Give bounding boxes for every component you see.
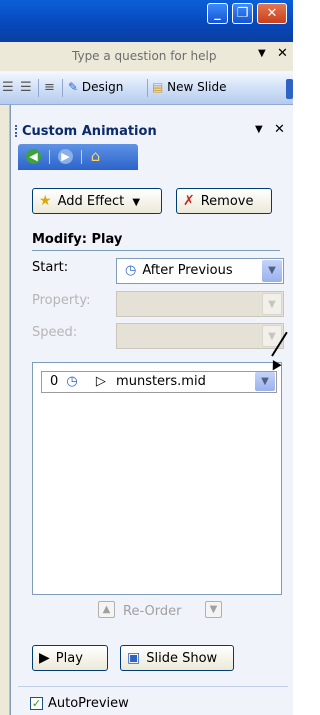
chevron-down-icon: ▼ [262, 293, 282, 315]
back-icon[interactable]: ◀ [26, 149, 41, 164]
toolbar-divider [38, 79, 39, 97]
pane-drag-handle[interactable] [15, 125, 18, 137]
slide-show-icon: ▣ [127, 650, 141, 666]
add-effect-button[interactable]: ★ Add Effect ▼ [32, 188, 162, 214]
reorder-label: Re-Order [123, 604, 182, 619]
effect-list[interactable]: 0 ◷ ▷ munsters.mid ▼ [32, 362, 282, 595]
play-icon: ▷ [95, 374, 106, 389]
star-icon: ★ [39, 193, 52, 209]
help-close-icon[interactable]: ✕ [277, 46, 288, 61]
chevron-down-icon[interactable]: ▼ [262, 260, 282, 282]
help-search-input[interactable]: Type a question for help [72, 49, 216, 63]
nav-divider [81, 150, 82, 164]
design-icon: ✎ [68, 80, 79, 94]
chevron-down-icon[interactable]: ▼ [255, 372, 275, 391]
toolbar-divider [62, 79, 63, 97]
speed-dropdown[interactable]: ▼ [116, 323, 284, 349]
section-divider [32, 250, 280, 251]
toolbar-overflow-grip[interactable] [286, 79, 293, 99]
forward-icon[interactable]: ▶ [58, 149, 73, 164]
restore-button[interactable]: ❐ [232, 3, 253, 24]
list-item[interactable]: 0 ◷ ▷ munsters.mid ▼ [41, 371, 277, 393]
play-label: Play [55, 651, 83, 666]
new-slide-button[interactable]: ▤ New Slide [152, 80, 226, 94]
start-label: Start: [32, 260, 69, 275]
pane-close-icon[interactable]: ✕ [274, 122, 285, 137]
start-value: After Previous [142, 263, 233, 278]
design-button[interactable]: ✎ Design [68, 80, 123, 94]
slide-show-button[interactable]: ▣ Slide Show [120, 645, 234, 671]
indent-icon[interactable]: ≡ [44, 80, 55, 95]
help-dropdown-icon[interactable]: ▼ [258, 48, 266, 59]
remove-icon: ✗ [183, 193, 195, 209]
help-bar: Type a question for help ▼ ✕ [0, 42, 293, 71]
window-titlebar: _ ❐ ✕ [0, 0, 293, 42]
new-slide-icon: ▤ [152, 80, 164, 94]
bottom-divider [18, 686, 288, 687]
formatting-toolbar: ☰ ☰ ≡ ✎ Design ▤ New Slide [0, 71, 293, 105]
minimize-button[interactable]: _ [207, 3, 228, 24]
close-window-button[interactable]: ✕ [257, 3, 287, 24]
pane-menu-icon[interactable]: ▼ [255, 124, 263, 135]
effect-name: munsters.mid [116, 374, 206, 389]
property-label: Property: [32, 293, 91, 308]
play-button[interactable]: ▶ Play [32, 645, 108, 671]
chevron-down-icon: ▼ [132, 197, 141, 208]
add-effect-label: Add Effect [57, 194, 125, 209]
modify-heading: Modify: Play [32, 232, 123, 247]
autopreview-label: AutoPreview [48, 696, 129, 711]
property-dropdown[interactable]: ▼ [116, 291, 284, 317]
slide-show-label: Slide Show [146, 651, 218, 666]
nav-divider [49, 150, 50, 164]
numbering-icon[interactable]: ☰ [2, 80, 14, 95]
remove-label: Remove [200, 194, 254, 209]
pane-title: Custom Animation [22, 124, 157, 139]
move-down-icon[interactable]: ▼ [205, 601, 222, 618]
toolbar-divider [147, 79, 148, 97]
start-dropdown[interactable]: ◷ After Previous ▼ [116, 258, 284, 284]
pane-nav-bar: ◀ ▶ ⌂ [18, 144, 138, 170]
effect-order: 0 [50, 374, 59, 389]
home-icon[interactable]: ⌂ [88, 149, 103, 164]
bullets-icon[interactable]: ☰ [20, 80, 32, 95]
new-slide-label: New Slide [167, 80, 227, 94]
clock-icon: ◷ [66, 374, 78, 389]
play-icon: ▶ [39, 650, 50, 666]
clock-icon: ◷ [125, 263, 137, 278]
design-label: Design [81, 80, 124, 94]
move-up-icon[interactable]: ▲ [98, 601, 115, 618]
speed-label: Speed: [32, 325, 78, 340]
workspace-edge [0, 105, 10, 715]
remove-button[interactable]: ✗ Remove [176, 188, 272, 214]
autopreview-checkbox[interactable]: ✓ [30, 697, 43, 710]
